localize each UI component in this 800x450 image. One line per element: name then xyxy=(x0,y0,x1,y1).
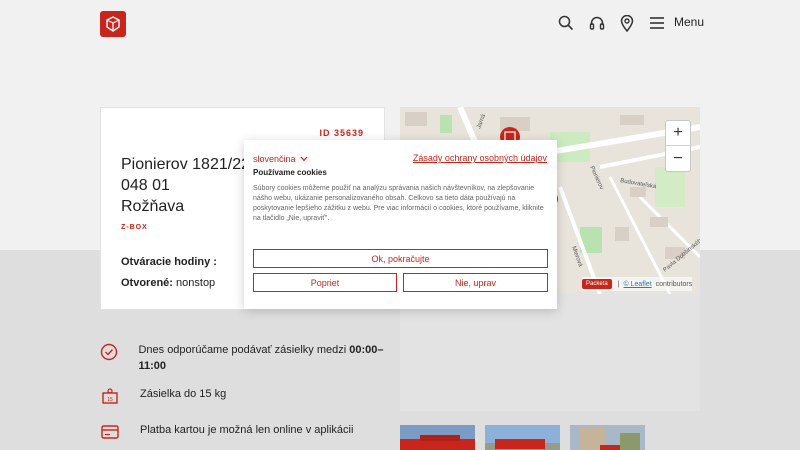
packeta-map-logo: Packeta xyxy=(582,279,612,289)
packeta-logo[interactable] xyxy=(100,11,126,37)
opened-value: nonstop xyxy=(176,277,216,289)
location-pin-icon[interactable] xyxy=(617,13,637,33)
map-attribution: Packeta | © Leaflet contributors xyxy=(582,277,693,291)
weight-scale-icon: 15 xyxy=(100,386,120,406)
svg-text:15: 15 xyxy=(107,397,113,403)
feature-text: Dnes odporúčame podávať zásielky medzi 0… xyxy=(138,342,390,374)
address-street: Pionierov 1821/22 xyxy=(121,156,250,173)
headset-icon[interactable] xyxy=(587,13,607,33)
privacy-policy-link[interactable]: Zásady ochrany osobných údajov xyxy=(413,153,547,163)
feature-card-payment: Platba kartou je možná len online v apli… xyxy=(100,422,390,442)
hamburger-icon[interactable] xyxy=(647,13,667,33)
menu-button-label[interactable]: Menu xyxy=(674,15,704,29)
feature-text: Zásielka do 15 kg xyxy=(140,388,227,400)
opened-label: Otvorené: xyxy=(121,277,173,289)
address-zip: 048 01 xyxy=(121,177,170,194)
cookie-consent-dialog: slovenčina Zásady ochrany osobných údajo… xyxy=(244,140,557,309)
logo-box-icon xyxy=(106,16,120,32)
leaflet-link[interactable]: © Leaflet xyxy=(624,281,652,288)
opening-hours-title: Otváracie hodiny : xyxy=(121,256,217,268)
language-label: slovenčina xyxy=(253,154,296,164)
osm-contributors: contributors xyxy=(655,280,693,288)
feature-text: Platba kartou je možná len online v apli… xyxy=(140,424,354,436)
zoom-out-button[interactable]: − xyxy=(666,146,690,171)
accept-cookies-button[interactable]: Ok, pokračujte xyxy=(253,249,548,268)
site-header: Menu xyxy=(0,0,800,48)
cookie-description: Súbory cookies môžeme použiť na analýzu … xyxy=(253,185,544,222)
search-icon[interactable] xyxy=(556,13,576,33)
feature-text-main: Dnes odporúčame podávať zásielky medzi xyxy=(138,344,350,356)
cookie-title: Používame cookies xyxy=(253,168,327,177)
zoom-in-button[interactable]: + xyxy=(666,121,690,146)
photo-thumbnail[interactable] xyxy=(400,425,475,450)
map-lower-panel xyxy=(400,294,700,411)
adjust-cookies-button[interactable]: Nie, uprav xyxy=(403,273,548,292)
reject-cookies-button[interactable]: Popriet xyxy=(253,273,397,292)
feature-weight-limit: 15 Zásielka do 15 kg xyxy=(100,386,390,406)
photo-thumbnail[interactable] xyxy=(570,425,645,450)
chevron-down-icon xyxy=(300,156,307,162)
box-type-badge: Z-BOX xyxy=(121,224,148,231)
address-city: Rožňava xyxy=(121,198,185,215)
map-zoom-control: + − xyxy=(665,120,691,172)
clock-check-icon xyxy=(100,342,118,362)
photo-thumbnail[interactable] xyxy=(485,425,560,450)
pickup-point-id: ID 35639 xyxy=(319,128,364,138)
opened-status: Otvorené: nonstop xyxy=(121,277,215,289)
feature-recommended-time: Dnes odporúčame podávať zásielky medzi 0… xyxy=(100,342,390,374)
address: Pionierov 1821/22 048 01 Rožňava xyxy=(121,154,250,217)
card-payment-icon xyxy=(100,422,120,442)
attribution-separator: | xyxy=(617,280,620,288)
language-selector[interactable]: slovenčina xyxy=(253,154,308,164)
